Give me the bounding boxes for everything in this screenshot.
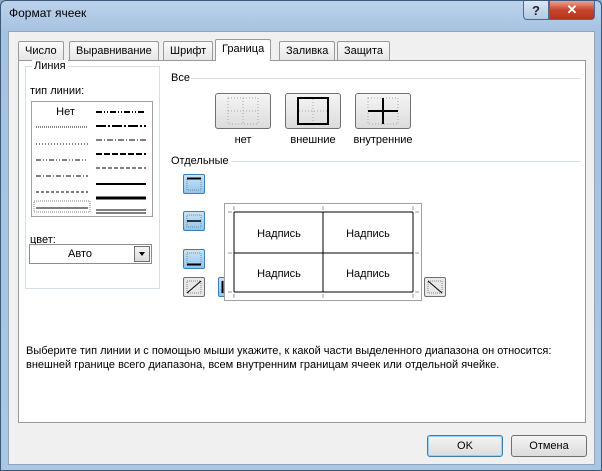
preset-none-label: нет [234,134,252,146]
preset-inside-label: внутренние [353,134,413,146]
preview-cell-text: Надпись [257,268,301,280]
dialog-client: Число Выравнивание Шрифт Граница Заливка… [8,31,595,465]
border-diagonal-down-button[interactable] [424,277,446,297]
preset-inside-icon [367,97,399,125]
tab-number[interactable]: Число [18,41,64,60]
diagonal-up-icon [186,280,202,294]
ok-button[interactable]: OK [427,435,503,457]
preset-outline-label: внешние [290,134,336,146]
preview-cell-text: Надпись [346,268,390,280]
border-top-icon [186,177,202,191]
border-tab-panel: Линия тип линии: цвет: Нет Авто Все нет … [18,60,586,423]
dropdown-arrow-icon[interactable] [134,246,150,262]
border-section-label: Отдельные [171,155,229,167]
border-preview[interactable]: Надпись Надпись Надпись Надпись [224,203,422,301]
border-inside-horizontal-icon [186,214,202,228]
preview-grid [228,206,419,298]
preset-none-button[interactable] [215,93,271,129]
preset-outline-icon [297,97,329,125]
border-bottom-icon [186,252,202,266]
preset-none-icon [227,97,259,125]
border-diagonal-up-button[interactable] [183,277,205,297]
tab-fill[interactable]: Заливка [279,41,336,60]
preset-inside-button[interactable] [355,93,411,129]
line-style-swatches[interactable] [32,102,152,216]
window-title: Формат ячеек [9,6,87,20]
diagonal-down-icon [427,280,443,294]
border-top-button[interactable] [183,174,205,194]
presets-section-label: Все [171,72,190,84]
close-button[interactable]: ✕ [549,1,595,20]
border-inside-horizontal-button[interactable] [183,211,205,231]
preview-cell-text: Надпись [257,228,301,240]
preview-cell-text: Надпись [346,228,390,240]
line-style-label: тип линии: [30,85,85,97]
line-style-list[interactable]: Нет [31,101,153,217]
help-button[interactable]: ? [523,1,549,20]
tab-protection[interactable]: Защита [337,41,390,60]
description-text: Выберите тип линии и с помощью мыши укаж… [26,345,552,371]
dialog-window: Формат ячеек ? ✕ Число Выравнивание Шриф… [0,0,602,471]
cancel-button[interactable]: Отмена [511,435,587,457]
color-dropdown[interactable]: Авто [29,244,152,264]
border-divider [231,161,581,162]
tab-alignment[interactable]: Выравнивание [69,41,159,60]
line-section-label: Линия [32,60,68,72]
border-bottom-button[interactable] [183,249,205,269]
tab-border[interactable]: Граница [215,39,272,61]
color-dropdown-value: Авто [68,248,92,260]
preset-outline-button[interactable] [285,93,341,129]
presets-divider [191,78,581,79]
tab-font[interactable]: Шрифт [163,41,214,60]
